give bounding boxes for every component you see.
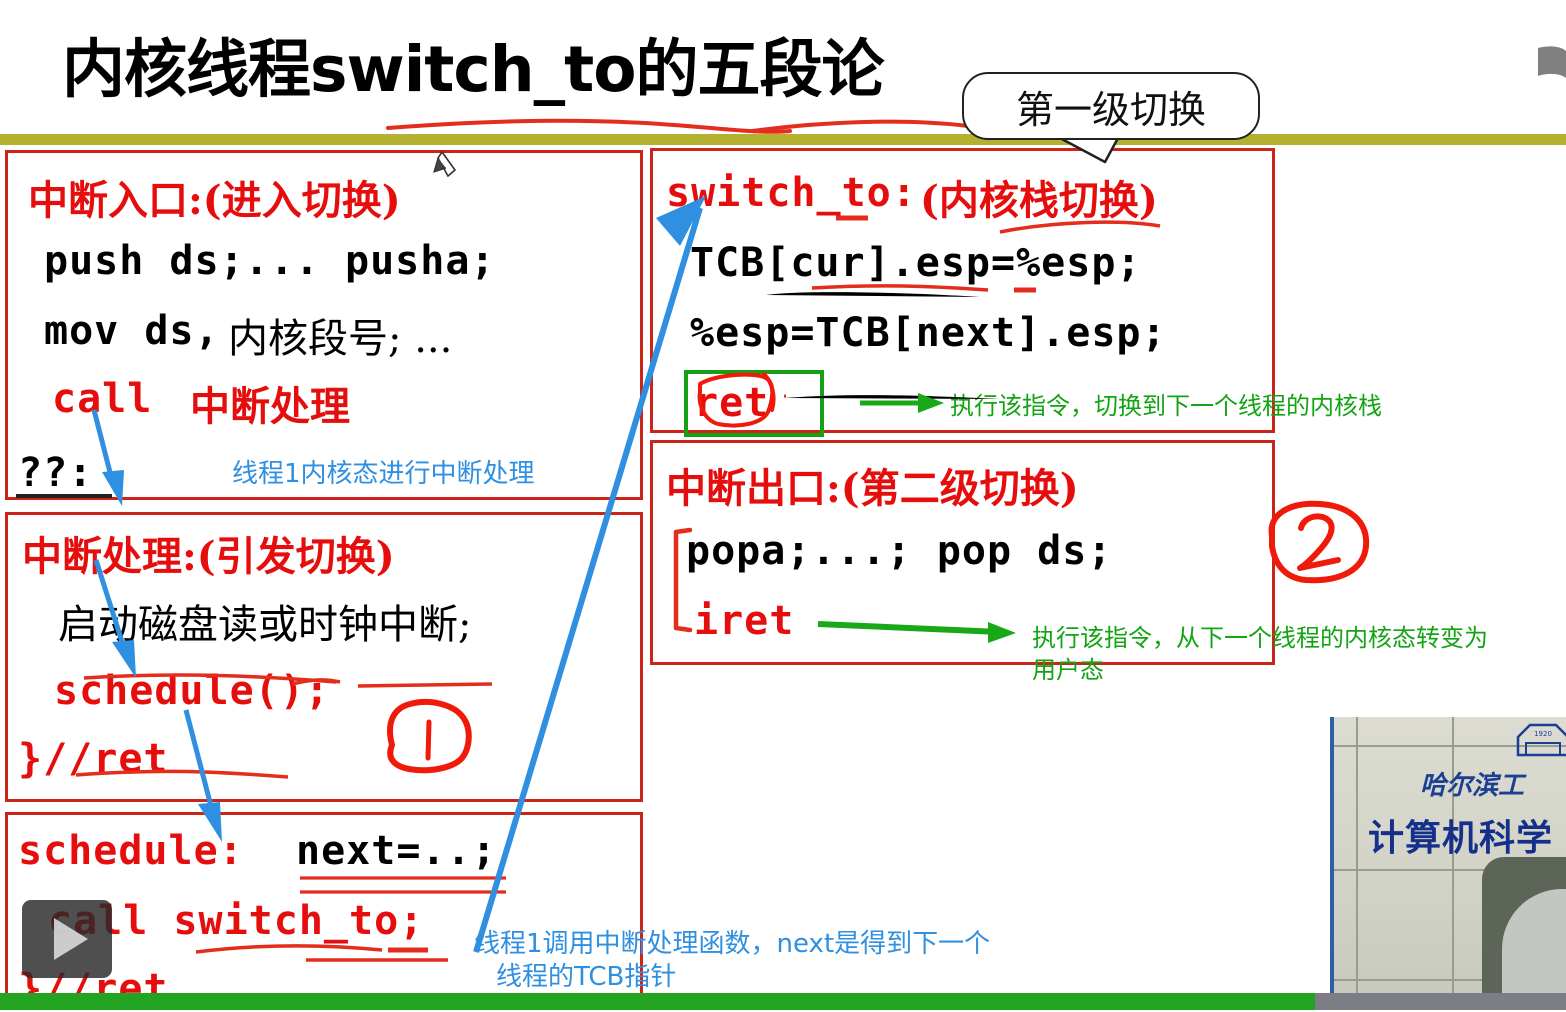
interrupt-handle-line3: }//ret <box>18 736 169 782</box>
interrupt-entry-line2-code: mov ds, <box>44 308 220 354</box>
interrupt-entry-line3-cjk: 中断处理 <box>190 383 350 430</box>
play-icon <box>54 918 88 960</box>
switch-to-header-cjk: (内核栈切换) <box>920 177 1158 224</box>
interrupt-handle-line2: schedule(); <box>54 668 330 714</box>
switch-to-line2: %esp=TCB[next].esp; <box>690 310 1167 356</box>
video-caption-main: 计算机科学 <box>1368 818 1554 859</box>
interrupt-exit-iret: iret <box>694 598 795 644</box>
annotation-iret-effect-l1: 执行该指令，从下一个线程的内核态转变为 <box>1032 624 1488 652</box>
switch-to-line1: TCB[cur].esp=%esp; <box>690 240 1142 286</box>
interrupt-entry-line4: ??: <box>18 450 94 496</box>
lecturer-video-inset[interactable]: 1920 哈尔滨工 计算机科学 <box>1330 717 1566 993</box>
interrupt-exit-header: 中断出口:(第二级切换) <box>666 465 1079 512</box>
logo-year: 1920 <box>1534 730 1552 738</box>
annotation-ret-effect: 执行该指令，切换到下一个线程的内核栈 <box>950 392 1382 420</box>
switch-to-ret: ret <box>694 380 770 426</box>
interrupt-handle-header: 中断处理:(引发切换) <box>22 533 395 580</box>
title-divider <box>0 134 1566 145</box>
callout-label: 第一级切换 <box>1015 87 1206 132</box>
interrupt-entry-line2-cjk: 内核段号; ... <box>228 316 453 362</box>
interrupt-entry-header: 中断入口:(进入切换) <box>28 177 401 224</box>
interrupt-entry-line1: push ds;... pusha; <box>44 238 496 284</box>
video-progress-fill <box>0 993 1316 1010</box>
schedule-next-assign: next=..; <box>296 828 497 874</box>
wall-seam-1 <box>1356 717 1358 993</box>
interrupt-exit-line1: popa;...; pop ds; <box>686 528 1113 574</box>
page-curl-icon <box>1538 46 1566 78</box>
switch-to-header-code: switch_to: <box>666 170 917 216</box>
callout-first-level-switch: 第一级切换 <box>962 72 1260 140</box>
interrupt-handle-line1: 启动磁盘读或时钟中断; <box>58 602 472 648</box>
annotation-thread1-call-handler-l2: 线程的TCB指针 <box>496 962 677 992</box>
video-caption-top: 哈尔滨工 <box>1420 771 1525 801</box>
video-progress-bar[interactable] <box>0 993 1566 1010</box>
hit-logo-icon: 1920 <box>1516 723 1566 757</box>
interrupt-entry-line3-code: call <box>52 376 153 422</box>
annotation-thread1-kernel-mode: 线程1内核态进行中断处理 <box>232 459 535 489</box>
slide-canvas: 内核线程switch_to的五段论 第一级切换 中断入口:(进入切换) push… <box>0 0 1566 1012</box>
play-button[interactable] <box>22 900 112 978</box>
annotation-thread1-call-handler-l1: 线程1调用中断处理函数，next是得到下一个 <box>474 929 991 959</box>
annotation-iret-effect-l2: 用户态 <box>1032 656 1104 684</box>
page-title: 内核线程switch_to的五段论 <box>62 33 885 106</box>
schedule-label: schedule: <box>18 828 244 874</box>
